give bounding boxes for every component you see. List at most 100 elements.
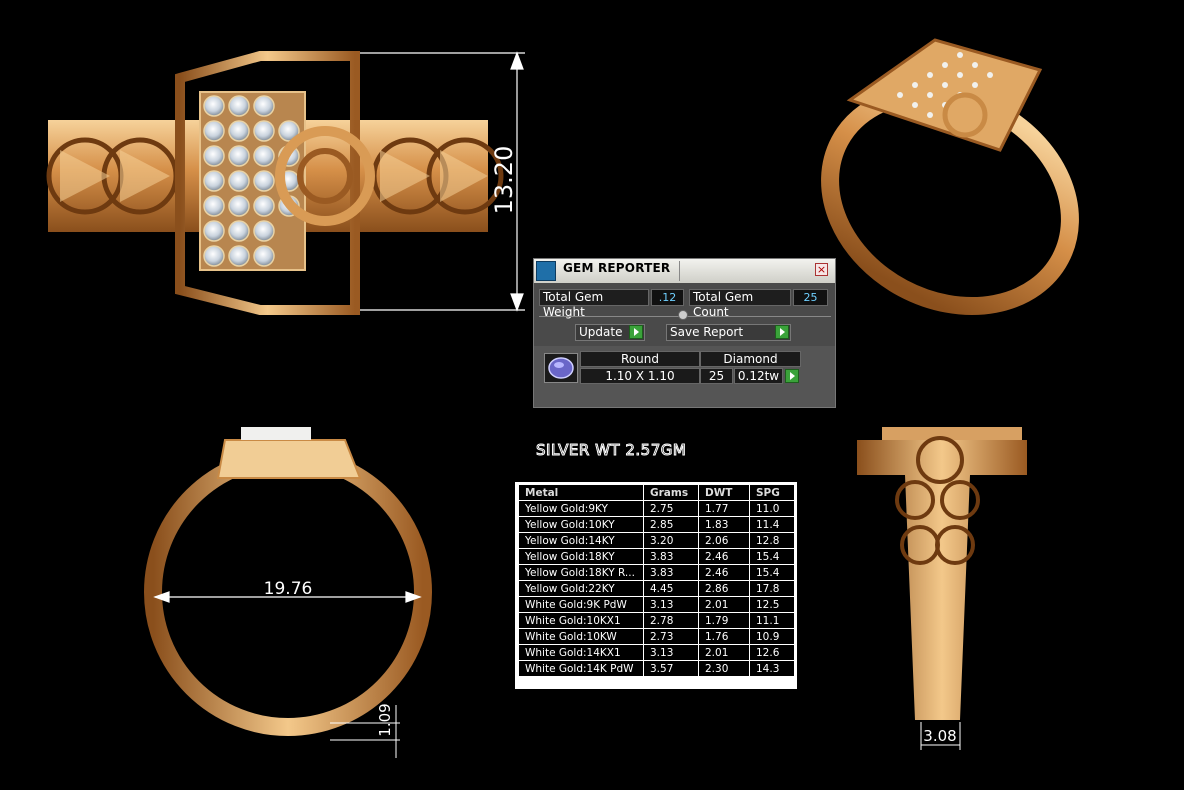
spg-cell: 15.4 — [749, 548, 795, 565]
dwt-cell: 2.06 — [698, 532, 750, 549]
metal-cell: White Gold:9K PdW — [518, 596, 644, 613]
round-diamond — [203, 220, 225, 242]
dwt-cell: 2.46 — [698, 548, 750, 565]
metal-cell: Yellow Gold:18KY R... — [518, 564, 644, 581]
total-gem-count-value[interactable]: 25 — [793, 289, 828, 306]
dwt-cell: 2.01 — [698, 596, 750, 613]
metal-cell: Yellow Gold:10KY — [518, 516, 644, 533]
round-diamond — [203, 245, 225, 267]
close-icon[interactable]: × — [815, 263, 828, 276]
dwt-cell: 2.86 — [698, 580, 750, 597]
total-gem-weight-value[interactable]: .12 — [651, 289, 684, 306]
metal-cell: Yellow Gold:18KY — [518, 548, 644, 565]
table-row[interactable]: Yellow Gold:18KY 3.83 2.46 15.4 — [518, 548, 795, 565]
gem-row-arrow-icon[interactable] — [785, 369, 799, 383]
ring-front-view: 3.08 — [857, 427, 1027, 750]
round-diamond — [253, 220, 275, 242]
dwt-cell: 1.77 — [698, 500, 750, 517]
round-diamond — [253, 120, 275, 142]
column-header-grams: Grams — [643, 484, 699, 501]
table-row[interactable]: White Gold:10KX1 2.78 1.79 11.1 — [518, 612, 795, 629]
save-report-button[interactable]: Save Report — [666, 324, 791, 341]
grams-cell: 3.83 — [643, 564, 699, 581]
grams-cell: 2.75 — [643, 500, 699, 517]
metal-cell: White Gold:14KX1 — [518, 644, 644, 661]
table-row[interactable]: White Gold:10KW 2.73 1.76 10.9 — [518, 628, 795, 645]
metal-cell: White Gold:14K PdW — [518, 660, 644, 677]
update-button-label: Update — [579, 325, 623, 339]
spg-cell: 12.6 — [749, 644, 795, 661]
grams-cell: 4.45 — [643, 580, 699, 597]
table-row[interactable]: Yellow Gold:18KY R... 3.83 2.46 15.4 — [518, 564, 795, 581]
gem-shape-thumbnail[interactable] — [544, 353, 578, 383]
app-logo-icon — [536, 261, 556, 281]
gem-size-cell: 1.10 X 1.10 — [580, 368, 700, 384]
metal-cell: Yellow Gold:14KY — [518, 532, 644, 549]
round-diamond — [228, 95, 250, 117]
gem-reporter-title: GEM REPORTER — [563, 261, 671, 275]
round-diamond — [228, 145, 250, 167]
ring-perspective-view — [821, 38, 1079, 316]
splitter-handle-icon[interactable] — [678, 310, 688, 320]
shank-width-dimension-label: 3.08 — [923, 727, 956, 745]
total-gem-weight-label: Total Gem Weight — [539, 289, 649, 319]
table-row[interactable]: Yellow Gold:10KY 2.85 1.83 11.4 — [518, 516, 795, 533]
spg-cell: 12.8 — [749, 532, 795, 549]
table-row[interactable]: Yellow Gold:9KY 2.75 1.77 11.0 — [518, 500, 795, 517]
metal-cell: Yellow Gold:9KY — [518, 500, 644, 517]
ring-side-view: 19.76 1.09 — [144, 427, 432, 758]
save-report-button-label: Save Report — [670, 325, 744, 339]
round-diamond — [228, 195, 250, 217]
spg-cell: 14.3 — [749, 660, 795, 677]
dwt-cell: 2.01 — [698, 644, 750, 661]
diameter-dimension-label: 19.76 — [264, 579, 313, 599]
grams-cell: 3.13 — [643, 644, 699, 661]
round-diamond — [203, 170, 225, 192]
grams-cell: 3.83 — [643, 548, 699, 565]
height-dimension-label: 13.20 — [490, 146, 518, 215]
table-header-row: Metal Grams DWT SPG — [518, 484, 795, 501]
update-arrow-icon[interactable] — [629, 325, 643, 339]
table-row[interactable]: White Gold:9K PdW 3.13 2.01 12.5 — [518, 596, 795, 613]
grams-cell: 3.57 — [643, 660, 699, 677]
round-diamond — [203, 120, 225, 142]
table-row[interactable]: White Gold:14K PdW 3.57 2.30 14.3 — [518, 660, 795, 677]
save-report-arrow-icon[interactable] — [775, 325, 789, 339]
update-button[interactable]: Update — [575, 324, 645, 341]
gem-weight-cell: 0.12tw — [734, 368, 783, 384]
round-diamond — [228, 220, 250, 242]
total-gem-count-label: Total Gem Count — [689, 289, 791, 319]
round-gem-icon — [548, 357, 574, 379]
spg-cell: 11.0 — [749, 500, 795, 517]
gem-type-cell: Diamond — [700, 351, 801, 367]
dwt-cell: 1.79 — [698, 612, 750, 629]
table-row[interactable]: Yellow Gold:22KY 4.45 2.86 17.8 — [518, 580, 795, 597]
dwt-cell: 2.30 — [698, 660, 750, 677]
column-header-spg: SPG — [749, 484, 795, 501]
round-diamond — [203, 195, 225, 217]
round-diamond — [253, 145, 275, 167]
gem-reporter-titlebar[interactable]: GEM REPORTER × — [534, 259, 835, 283]
round-diamond — [203, 95, 225, 117]
dwt-cell: 2.46 — [698, 564, 750, 581]
round-diamond — [253, 245, 275, 267]
silver-weight-label: SILVER WT 2.57GM — [535, 441, 687, 460]
dwt-cell: 1.83 — [698, 516, 750, 533]
round-diamond — [253, 195, 275, 217]
spg-cell: 11.1 — [749, 612, 795, 629]
title-divider — [679, 261, 680, 281]
gem-reporter-panel: GEM REPORTER × Total Gem Weight .12 Tota… — [533, 258, 836, 408]
round-diamond — [253, 170, 275, 192]
table-row[interactable]: White Gold:14KX1 3.13 2.01 12.6 — [518, 644, 795, 661]
thickness-dimension-label: 1.09 — [376, 703, 394, 736]
spg-cell: 12.5 — [749, 596, 795, 613]
metal-weight-table: Metal Grams DWT SPG Yellow Gold:9KY 2.75 1… — [515, 482, 797, 689]
round-diamond — [228, 245, 250, 267]
grams-cell: 2.78 — [643, 612, 699, 629]
metal-cell: White Gold:10KX1 — [518, 612, 644, 629]
table-row[interactable]: Yellow Gold:14KY 3.20 2.06 12.8 — [518, 532, 795, 549]
round-diamond — [203, 145, 225, 167]
ring-top-view: 13.20 — [46, 51, 525, 315]
metal-cell: Yellow Gold:22KY — [518, 580, 644, 597]
spg-cell: 17.8 — [749, 580, 795, 597]
